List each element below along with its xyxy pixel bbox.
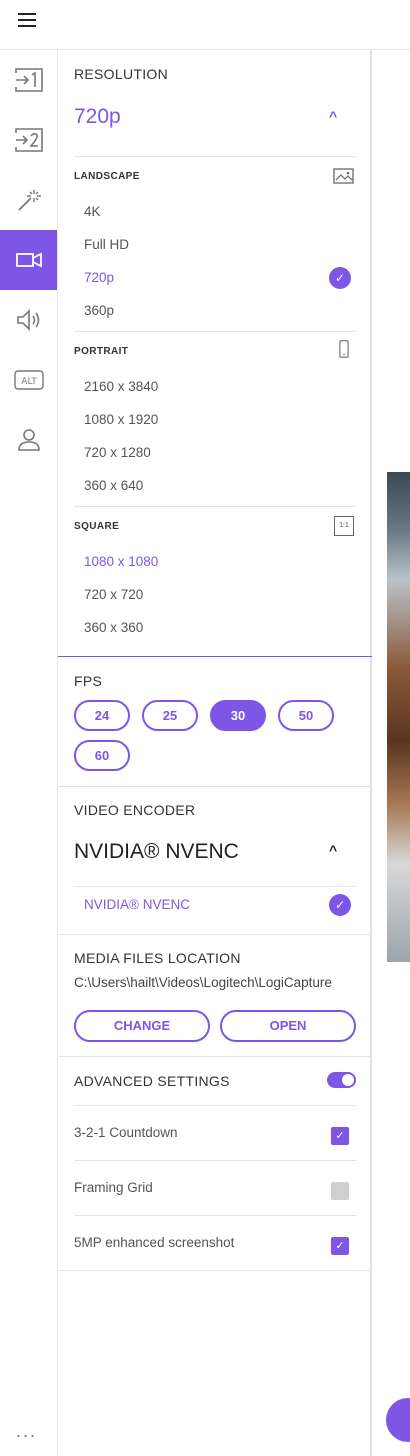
section-divider — [58, 656, 372, 657]
chevron-up-icon[interactable]: ^ — [329, 108, 337, 124]
video-camera-icon — [15, 252, 42, 268]
hamburger-menu-icon[interactable] — [18, 13, 36, 29]
camera-preview — [387, 472, 410, 962]
enhanced-screenshot-checkbox[interactable]: ✓ — [331, 1237, 349, 1255]
option-720x720[interactable]: 720 x 720 — [84, 587, 143, 602]
fps-60-button[interactable]: 60 — [74, 740, 130, 771]
portrait-phone-icon — [339, 340, 349, 358]
fps-50-button[interactable]: 50 — [278, 700, 334, 731]
floating-action-button[interactable] — [386, 1398, 410, 1442]
portrait-label: PORTRAIT — [74, 346, 129, 357]
divider — [74, 886, 356, 887]
source-2-icon — [14, 128, 43, 152]
more-options-icon[interactable]: ... — [16, 1421, 37, 1442]
sidebar-item-account[interactable] — [0, 410, 57, 470]
landscape-label: LANDSCAPE — [74, 171, 140, 182]
source-1-icon — [14, 68, 43, 92]
enhanced-screenshot-label: 5MP enhanced screenshot — [74, 1235, 235, 1250]
square-label: SQUARE — [74, 521, 120, 532]
open-button[interactable]: OPEN — [220, 1010, 356, 1042]
countdown-checkbox[interactable]: ✓ — [331, 1127, 349, 1145]
encoder-dropdown[interactable]: NVIDIA® NVENC — [74, 840, 239, 864]
resolution-title: RESOLUTION — [74, 66, 169, 82]
divider — [74, 1160, 356, 1161]
check-icon: ✓ — [329, 267, 351, 289]
option-360p[interactable]: 360p — [84, 303, 114, 318]
fps-title: FPS — [74, 673, 103, 689]
countdown-label: 3-2-1 Countdown — [74, 1125, 178, 1140]
section-divider — [58, 1056, 372, 1057]
section-divider — [58, 1270, 372, 1271]
section-divider — [58, 934, 372, 935]
divider — [74, 331, 356, 332]
fps-24-button[interactable]: 24 — [74, 700, 130, 731]
user-icon — [17, 429, 40, 451]
option-1080x1080[interactable]: 1080 x 1080 — [84, 554, 158, 569]
settings-panel: RESOLUTION 720p ^ LANDSCAPE 4K Full HD 7… — [58, 50, 372, 1456]
option-720p[interactable]: 720p — [84, 270, 114, 285]
chevron-up-icon[interactable]: ^ — [329, 842, 337, 858]
option-1080x1920[interactable]: 1080 x 1920 — [84, 412, 158, 427]
option-2160x3840[interactable]: 2160 x 3840 — [84, 379, 158, 394]
divider — [74, 1215, 356, 1216]
framing-grid-checkbox[interactable] — [331, 1182, 349, 1200]
framing-grid-label: Framing Grid — [74, 1180, 153, 1195]
option-360x360[interactable]: 360 x 360 — [84, 620, 143, 635]
magic-wand-icon — [17, 190, 41, 211]
media-location-title: MEDIA FILES LOCATION — [74, 950, 241, 966]
option-full-hd[interactable]: Full HD — [84, 237, 129, 252]
resolution-dropdown[interactable]: 720p — [74, 105, 121, 129]
alt-icon: ALT — [13, 370, 44, 390]
landscape-icon — [333, 168, 354, 184]
advanced-settings-toggle[interactable] — [327, 1072, 356, 1088]
speaker-icon — [16, 309, 39, 331]
square-ratio-icon: 1:1 — [334, 516, 354, 536]
square-ratio-text: 1:1 — [339, 522, 349, 529]
divider — [74, 1105, 356, 1106]
video-encoder-title: VIDEO ENCODER — [74, 802, 196, 818]
sidebar-item-source-1[interactable] — [0, 50, 57, 110]
svg-text:ALT: ALT — [21, 377, 37, 387]
option-720x1280[interactable]: 720 x 1280 — [84, 445, 151, 460]
fps-25-button[interactable]: 25 — [142, 700, 198, 731]
advanced-settings-title: ADVANCED SETTINGS — [74, 1073, 230, 1089]
fps-30-button[interactable]: 30 — [210, 700, 266, 731]
encoder-option-nvenc[interactable]: NVIDIA® NVENC — [84, 897, 190, 912]
top-bar — [0, 0, 410, 50]
sidebar-item-audio[interactable] — [0, 290, 57, 350]
divider — [74, 506, 356, 507]
sidebar-item-source-2[interactable] — [0, 110, 57, 170]
option-4k[interactable]: 4K — [84, 204, 101, 219]
check-icon: ✓ — [329, 894, 351, 916]
divider — [74, 156, 356, 157]
sidebar-item-effects[interactable] — [0, 170, 57, 230]
option-360x640[interactable]: 360 x 640 — [84, 478, 143, 493]
change-button[interactable]: CHANGE — [74, 1010, 210, 1042]
sidebar-rail: ALT ... — [0, 50, 58, 1456]
sidebar-item-video[interactable] — [0, 230, 57, 290]
section-divider — [58, 786, 372, 787]
sidebar-item-alt[interactable]: ALT — [0, 350, 57, 410]
media-path: C:\Users\hailt\Videos\Logitech\LogiCaptu… — [74, 975, 332, 990]
